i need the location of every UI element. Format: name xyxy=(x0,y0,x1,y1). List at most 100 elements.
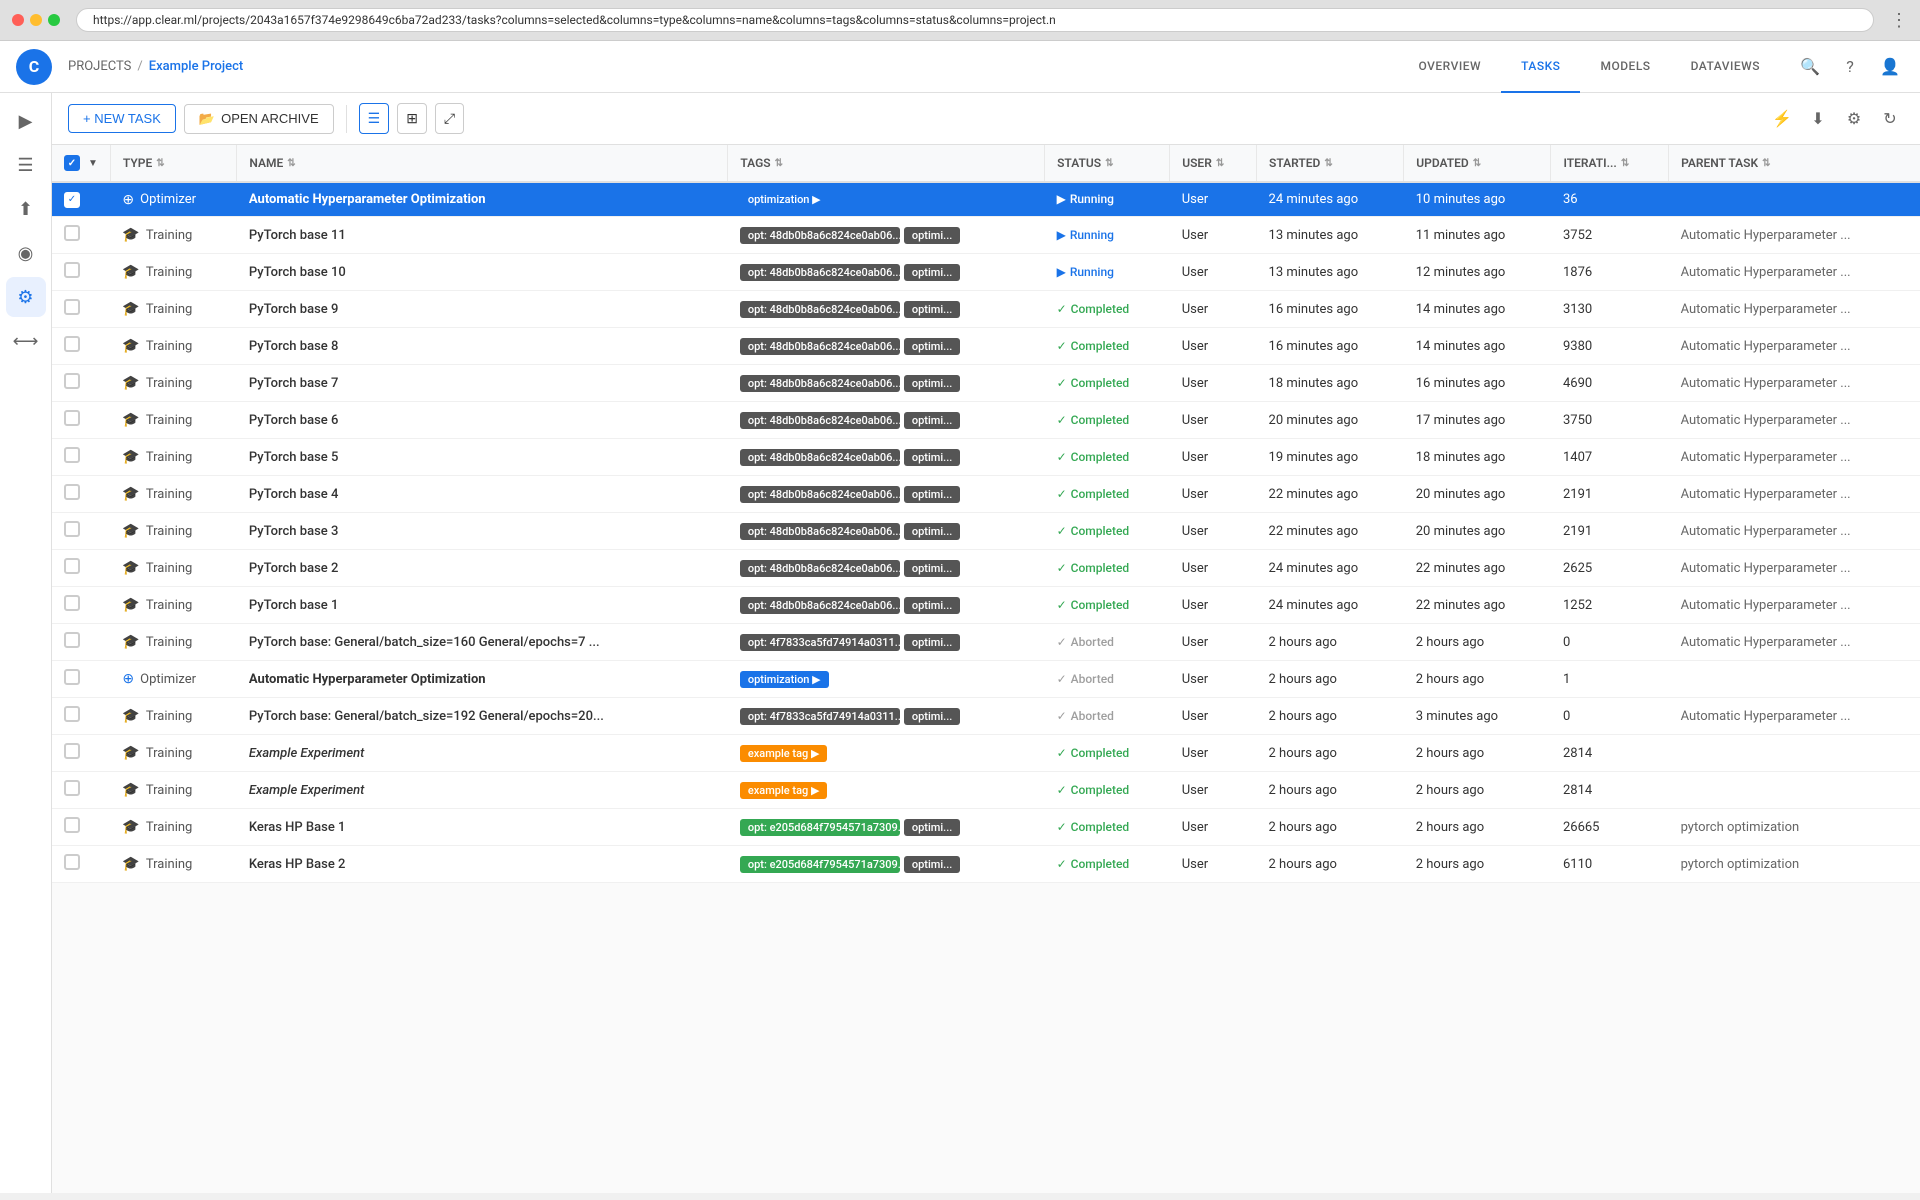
row-name-cell[interactable]: Example Experiment xyxy=(237,735,728,772)
sidebar-item-pipelines2[interactable]: ⟷ xyxy=(6,321,46,361)
row-name-cell[interactable]: PyTorch base 11 xyxy=(237,217,728,254)
row-name-cell[interactable]: PyTorch base 9 xyxy=(237,291,728,328)
row-checkbox[interactable] xyxy=(64,373,80,389)
row-checkbox[interactable] xyxy=(64,521,80,537)
row-checkbox[interactable] xyxy=(64,854,80,870)
row-name-cell[interactable]: PyTorch base: General/batch_size=160 Gen… xyxy=(237,624,728,661)
row-checkbox[interactable] xyxy=(64,669,80,685)
sidebar-item-datasets[interactable]: ⬆ xyxy=(6,189,46,229)
column-header-tags[interactable]: TAGS⇅ xyxy=(728,145,1045,182)
row-checkbox[interactable]: ✓ xyxy=(64,192,80,208)
filter-icon[interactable]: ⚡ xyxy=(1768,105,1796,133)
column-header-name[interactable]: NAME⇅ xyxy=(237,145,728,182)
column-header-iterations[interactable]: ITERATI...⇅ xyxy=(1551,145,1669,182)
row-checkbox[interactable] xyxy=(64,447,80,463)
column-header-status[interactable]: STATUS⇅ xyxy=(1045,145,1170,182)
breadcrumb-projects[interactable]: PROJECTS xyxy=(68,59,131,74)
help-icon[interactable]: ? xyxy=(1836,53,1864,81)
row-select-cell[interactable] xyxy=(52,254,110,291)
column-header-started[interactable]: STARTED⇅ xyxy=(1257,145,1404,182)
row-name-cell[interactable]: PyTorch base 3 xyxy=(237,513,728,550)
row-name-cell[interactable]: PyTorch base 4 xyxy=(237,476,728,513)
table-row[interactable]: 🎓TrainingPyTorch base 9opt: 48db0b8a6c82… xyxy=(52,291,1920,328)
nav-tab-overview[interactable]: OVERVIEW xyxy=(1399,41,1502,93)
settings-icon[interactable]: ⚙ xyxy=(1840,105,1868,133)
refresh-icon[interactable]: ↻ xyxy=(1876,105,1904,133)
row-name-cell[interactable]: PyTorch base 1 xyxy=(237,587,728,624)
row-select-cell[interactable] xyxy=(52,328,110,365)
row-checkbox[interactable] xyxy=(64,336,80,352)
row-name-cell[interactable]: PyTorch base: General/batch_size=192 Gen… xyxy=(237,698,728,735)
view-chart-button[interactable]: ⤢ xyxy=(435,103,464,134)
row-checkbox[interactable] xyxy=(64,225,80,241)
row-select-cell[interactable]: ✓ xyxy=(52,182,110,217)
row-select-cell[interactable] xyxy=(52,587,110,624)
browser-menu-icon[interactable]: ⋮ xyxy=(1890,10,1908,31)
row-checkbox[interactable] xyxy=(64,484,80,500)
table-row[interactable]: 🎓TrainingPyTorch base: General/batch_siz… xyxy=(52,698,1920,735)
table-row[interactable]: 🎓TrainingPyTorch base 6opt: 48db0b8a6c82… xyxy=(52,402,1920,439)
row-name-cell[interactable]: PyTorch base 5 xyxy=(237,439,728,476)
column-header-user[interactable]: USER⇅ xyxy=(1170,145,1257,182)
column-header-select[interactable]: ✓▼ xyxy=(52,145,110,182)
breadcrumb-current[interactable]: Example Project xyxy=(149,59,243,74)
row-name-cell[interactable]: PyTorch base 6 xyxy=(237,402,728,439)
row-name-cell[interactable]: Keras HP Base 2 xyxy=(237,846,728,883)
sidebar-item-pipeline[interactable]: ▶ xyxy=(6,101,46,141)
table-row[interactable]: 🎓TrainingPyTorch base 4opt: 48db0b8a6c82… xyxy=(52,476,1920,513)
row-name-cell[interactable]: Keras HP Base 1 xyxy=(237,809,728,846)
row-select-cell[interactable] xyxy=(52,439,110,476)
row-name-cell[interactable]: PyTorch base 10 xyxy=(237,254,728,291)
row-name-cell[interactable]: PyTorch base 7 xyxy=(237,365,728,402)
table-row[interactable]: ✓⊕OptimizerAutomatic Hyperparameter Opti… xyxy=(52,182,1920,217)
nav-tab-dataviews[interactable]: DATAVIEWS xyxy=(1671,41,1780,93)
row-select-cell[interactable] xyxy=(52,476,110,513)
table-row[interactable]: 🎓TrainingPyTorch base 7opt: 48db0b8a6c82… xyxy=(52,365,1920,402)
row-checkbox[interactable] xyxy=(64,780,80,796)
table-row[interactable]: 🎓TrainingKeras HP Base 1opt: e205d684f79… xyxy=(52,809,1920,846)
sidebar-item-models[interactable]: ◉ xyxy=(6,233,46,273)
table-row[interactable]: 🎓TrainingExample Experimentexample tag ▶… xyxy=(52,735,1920,772)
row-select-cell[interactable] xyxy=(52,550,110,587)
sidebar-item-settings[interactable]: ⚙ xyxy=(6,277,46,317)
row-select-cell[interactable] xyxy=(52,772,110,809)
table-row[interactable]: ⊕OptimizerAutomatic Hyperparameter Optim… xyxy=(52,661,1920,698)
table-row[interactable]: 🎓TrainingPyTorch base 10opt: 48db0b8a6c8… xyxy=(52,254,1920,291)
row-checkbox[interactable] xyxy=(64,299,80,315)
table-row[interactable]: 🎓TrainingPyTorch base 1opt: 48db0b8a6c82… xyxy=(52,587,1920,624)
row-checkbox[interactable] xyxy=(64,817,80,833)
table-row[interactable]: 🎓TrainingPyTorch base: General/batch_siz… xyxy=(52,624,1920,661)
column-header-updated[interactable]: UPDATED⇅ xyxy=(1404,145,1551,182)
table-row[interactable]: 🎓TrainingExample Experimentexample tag ▶… xyxy=(52,772,1920,809)
browser-maximize-dot[interactable] xyxy=(48,14,60,26)
browser-close-dot[interactable] xyxy=(12,14,24,26)
table-row[interactable]: 🎓TrainingPyTorch base 2opt: 48db0b8a6c82… xyxy=(52,550,1920,587)
column-header-type[interactable]: TYPE⇅ xyxy=(110,145,236,182)
row-name-cell[interactable]: Automatic Hyperparameter Optimization xyxy=(237,182,728,217)
row-select-cell[interactable] xyxy=(52,217,110,254)
row-name-cell[interactable]: PyTorch base 8 xyxy=(237,328,728,365)
row-name-cell[interactable]: Example Experiment xyxy=(237,772,728,809)
nav-tab-models[interactable]: MODELS xyxy=(1580,41,1670,93)
row-select-cell[interactable] xyxy=(52,624,110,661)
row-name-cell[interactable]: PyTorch base 2 xyxy=(237,550,728,587)
row-select-cell[interactable] xyxy=(52,698,110,735)
row-select-cell[interactable] xyxy=(52,291,110,328)
column-header-parent_task[interactable]: PARENT TASK⇅ xyxy=(1669,145,1920,182)
row-name-cell[interactable]: Automatic Hyperparameter Optimization xyxy=(237,661,728,698)
table-row[interactable]: 🎓TrainingPyTorch base 11opt: 48db0b8a6c8… xyxy=(52,217,1920,254)
row-select-cell[interactable] xyxy=(52,402,110,439)
row-select-cell[interactable] xyxy=(52,661,110,698)
new-task-button[interactable]: + NEW TASK xyxy=(68,104,176,133)
row-select-cell[interactable] xyxy=(52,846,110,883)
row-select-cell[interactable] xyxy=(52,365,110,402)
browser-url-bar[interactable]: https://app.clear.ml/projects/2043a1657f… xyxy=(76,8,1874,32)
table-row[interactable]: 🎓TrainingPyTorch base 8opt: 48db0b8a6c82… xyxy=(52,328,1920,365)
row-checkbox[interactable] xyxy=(64,410,80,426)
view-grid-button[interactable]: ⊞ xyxy=(397,103,427,134)
nav-tab-tasks[interactable]: TASKS xyxy=(1501,41,1580,93)
row-checkbox[interactable] xyxy=(64,632,80,648)
user-avatar[interactable]: 👤 xyxy=(1876,53,1904,81)
open-archive-button[interactable]: 📂 OPEN ARCHIVE xyxy=(184,104,334,134)
row-select-cell[interactable] xyxy=(52,735,110,772)
